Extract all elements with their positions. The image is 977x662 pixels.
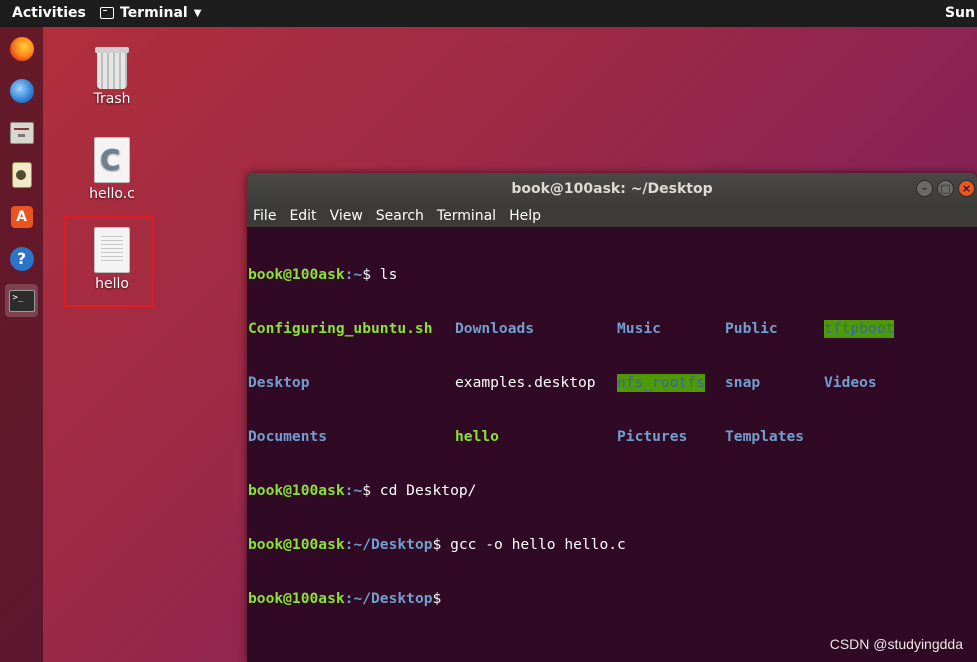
menu-terminal[interactable]: Terminal <box>437 208 496 224</box>
dock-item-rhythmbox[interactable] <box>5 158 38 191</box>
dock-item-help[interactable]: ? <box>5 242 38 275</box>
dock-item-terminal[interactable] <box>5 284 38 317</box>
c-source-file-icon <box>94 137 130 183</box>
ls-entry: Downloads <box>455 320 535 337</box>
terminal-line: book@100ask:~/Desktop$ gcc -o hello hell… <box>248 536 977 554</box>
command-text: $ cd Desktop/ <box>362 482 477 499</box>
minimize-icon[interactable]: – <box>916 180 933 197</box>
terminal-icon <box>8 289 35 312</box>
chevron-down-icon: ▼ <box>193 7 202 19</box>
trash-icon <box>95 47 129 89</box>
prompt-path: :~ <box>344 266 363 283</box>
prompt-user: book@100ask <box>248 590 345 607</box>
command-text: $ ls <box>362 266 398 283</box>
ls-row: Documents hello Pictures Templates <box>248 428 977 446</box>
menu-bar: File Edit View Search Terminal Help <box>247 205 977 227</box>
terminal-line: book@100ask:~$ cd Desktop/ <box>248 482 977 500</box>
top-bar: Activities Terminal ▼ Sun <box>0 0 977 27</box>
terminal-window[interactable]: book@100ask: ~/Desktop – □ × File Edit V… <box>247 173 977 662</box>
ls-row: Desktop examples.desktop nfs_rootfs snap… <box>248 374 977 392</box>
rhythmbox-icon <box>11 161 32 188</box>
dock-item-software[interactable]: A <box>5 200 38 233</box>
prompt-path: :~/Desktop <box>344 590 433 607</box>
terminal-line: book@100ask:~$ ls <box>248 266 977 284</box>
ls-entry: examples.desktop <box>455 374 596 391</box>
menu-edit[interactable]: Edit <box>289 208 316 224</box>
firefox-icon <box>9 36 34 61</box>
window-controls: – □ × <box>916 180 975 197</box>
ls-entry: Videos <box>824 374 877 391</box>
thunderbird-icon <box>9 78 34 103</box>
highlight-box <box>64 216 154 307</box>
ls-entry: Pictures <box>617 428 688 445</box>
software-icon: A <box>10 205 33 228</box>
terminal-line: book@100ask:~/Desktop$ <box>248 590 977 608</box>
ls-entry: hello <box>455 428 499 445</box>
command-text: $ <box>432 590 442 607</box>
close-icon[interactable]: × <box>958 180 975 197</box>
app-menu-label: Terminal <box>120 5 188 21</box>
prompt-user: book@100ask <box>248 536 345 553</box>
menu-search[interactable]: Search <box>376 208 424 224</box>
desktop-icon-trash[interactable]: Trash <box>72 47 152 107</box>
ls-entry: tftpboot <box>824 320 895 338</box>
command-text: $ gcc -o hello hello.c <box>432 536 626 553</box>
prompt-path: :~ <box>344 482 363 499</box>
desktop-icon-label: Trash <box>93 91 131 107</box>
files-icon <box>9 121 34 144</box>
ls-entry: Music <box>617 320 661 337</box>
help-icon: ? <box>9 246 34 271</box>
menu-file[interactable]: File <box>253 208 276 224</box>
desktop-icon-hello-c[interactable]: hello.c <box>72 137 152 202</box>
terminal-icon <box>100 7 114 19</box>
terminal-output[interactable]: book@100ask:~$ ls Configuring_ubuntu.sh … <box>247 227 977 644</box>
maximize-icon[interactable]: □ <box>937 180 954 197</box>
ls-entry: Documents <box>248 428 328 445</box>
ls-row: Configuring_ubuntu.sh Downloads Music Pu… <box>248 320 977 338</box>
activities-button[interactable]: Activities <box>12 5 86 21</box>
prompt-user: book@100ask <box>248 266 345 283</box>
ls-entry: snap <box>725 374 761 391</box>
ls-entry: nfs_rootfs <box>617 374 705 392</box>
prompt-user: book@100ask <box>248 482 345 499</box>
ls-entry: Public <box>725 320 778 337</box>
menu-view[interactable]: View <box>330 208 363 224</box>
window-title: book@100ask: ~/Desktop <box>511 181 713 197</box>
dock-item-thunderbird[interactable] <box>5 74 38 107</box>
menu-help[interactable]: Help <box>509 208 541 224</box>
desktop-icon-label: hello.c <box>89 186 135 202</box>
ls-entry: Templates <box>725 428 805 445</box>
dock-item-firefox[interactable] <box>5 32 38 65</box>
dock-item-files[interactable] <box>5 116 38 149</box>
clock[interactable]: Sun <box>945 5 975 21</box>
prompt-path: :~/Desktop <box>344 536 433 553</box>
watermark: CSDN @studyingdda <box>829 636 963 652</box>
window-titlebar[interactable]: book@100ask: ~/Desktop – □ × <box>247 173 977 205</box>
ls-entry: Desktop <box>248 374 310 391</box>
dock: A ? <box>0 27 43 662</box>
app-menu[interactable]: Terminal ▼ <box>100 5 201 21</box>
ls-entry: Configuring_ubuntu.sh <box>248 320 433 337</box>
